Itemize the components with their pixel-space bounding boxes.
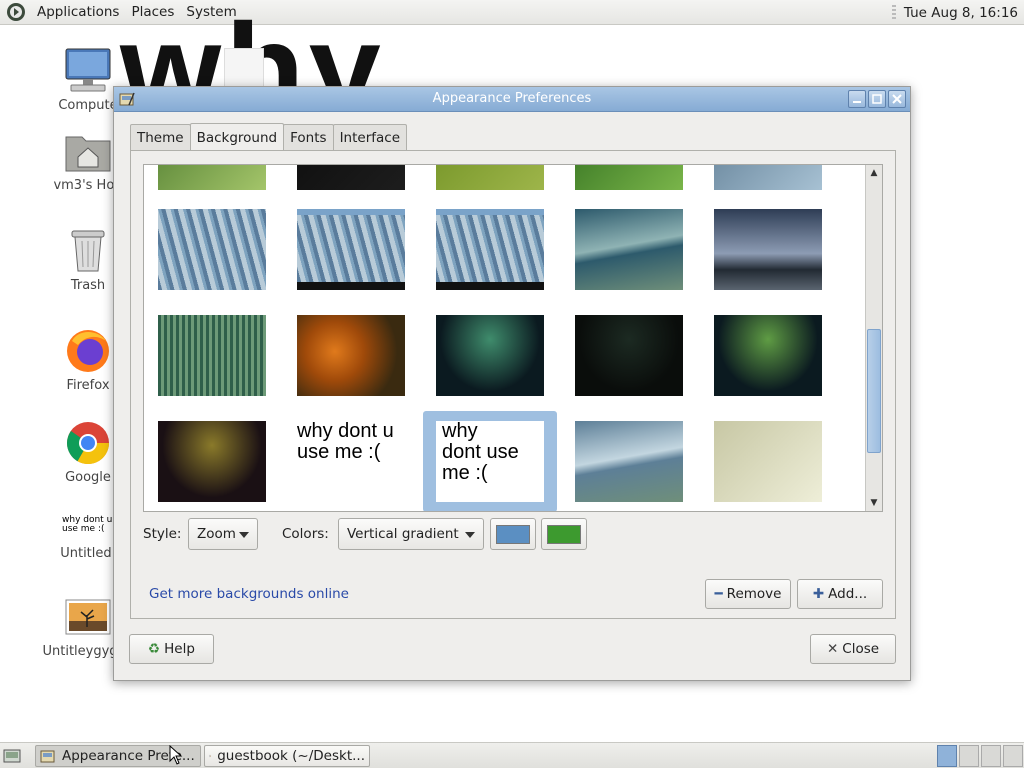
wallpaper-thumbnail-crystals-2[interactable] xyxy=(297,209,405,290)
plus-icon: ✚ xyxy=(812,586,825,602)
help-button[interactable]: ♻ Help xyxy=(129,634,214,664)
wallpaper-grid: why dont u use me :( why dont use me :( xyxy=(144,165,866,511)
home-folder-icon xyxy=(65,136,111,172)
vertical-scrollbar[interactable]: ▲ ▼ xyxy=(865,165,882,511)
tab-interface[interactable]: Interface xyxy=(332,124,408,151)
scroll-up-arrow-icon[interactable]: ▲ xyxy=(866,165,882,181)
close-button[interactable]: ✕ Close xyxy=(810,634,896,664)
wallpaper-thumbnail-aurora-1[interactable] xyxy=(436,315,544,396)
wallpaper-thumbnail-storm-sky[interactable] xyxy=(714,209,822,290)
scroll-down-arrow-icon[interactable]: ▼ xyxy=(866,495,882,511)
distro-logo-icon[interactable] xyxy=(5,1,27,23)
wallpaper-thumbnail-green-stripes[interactable] xyxy=(158,315,266,396)
wallpaper-thumbnail-dark-aurora[interactable] xyxy=(575,315,683,396)
show-desktop-icon[interactable] xyxy=(3,748,21,764)
background-tab-panel: why dont u use me :( why dont use me :( ▲… xyxy=(130,150,896,619)
scrollbar-thumb[interactable] xyxy=(867,329,881,453)
wallpaper-thumbnail-crystals-1[interactable] xyxy=(158,209,266,290)
window-titlebar[interactable]: Appearance Preferences xyxy=(114,87,910,112)
close-icon xyxy=(892,94,902,104)
appearance-preferences-dialog: Appearance Preferences Theme Background … xyxy=(113,86,911,681)
wallpaper-thumbnail-blue-grey-partial[interactable] xyxy=(714,165,822,190)
panel-separator xyxy=(891,4,896,21)
workspace-2[interactable] xyxy=(959,745,979,767)
help-icon: ♻ xyxy=(148,641,161,657)
image-thumbnail-text: why dont u use me :( xyxy=(62,515,113,534)
tab-fonts[interactable]: Fonts xyxy=(283,124,334,151)
wallpaper-thumbnail-dandelion-orange[interactable] xyxy=(297,315,405,396)
style-select[interactable]: Zoom xyxy=(188,518,258,550)
firefox-icon xyxy=(67,330,109,372)
computer-icon xyxy=(65,48,111,92)
wallpaper-thumbnail-text: why dont u use me :( xyxy=(297,421,405,502)
secondary-color-button[interactable] xyxy=(541,518,587,550)
primary-color-button[interactable] xyxy=(490,518,536,550)
taskbar-item-label: guestbook (~/Deskt... xyxy=(217,748,365,764)
wallpaper-thumbnail-text-image-selected[interactable]: why dont use me :( xyxy=(436,421,544,502)
workspace-3[interactable] xyxy=(981,745,1001,767)
clock[interactable]: Tue Aug 8, 16:16 xyxy=(904,5,1018,21)
wallpaper-thumbnail-crystals-3[interactable] xyxy=(436,209,544,290)
minimize-icon xyxy=(853,101,861,103)
chrome-icon xyxy=(67,422,109,465)
maximize-button[interactable] xyxy=(868,90,886,108)
window-title: Appearance Preferences xyxy=(432,91,592,106)
colors-select-value: Vertical gradient xyxy=(347,526,459,542)
taskbar-item-guestbook[interactable]: guestbook (~/Deskt... xyxy=(204,745,370,767)
close-icon: ✕ xyxy=(826,641,839,657)
applications-menu[interactable]: Applications xyxy=(31,4,125,20)
wallpaper-list[interactable]: why dont u use me :( why dont use me :( ▲… xyxy=(143,164,883,512)
wallpaper-thumbnail-sand-beige[interactable] xyxy=(714,421,822,502)
wallpaper-thumbnail-aurora-2[interactable] xyxy=(714,315,822,396)
wallpaper-thumbnail-text-image-1[interactable]: why dont u use me :( xyxy=(297,421,405,502)
remove-button-label: Remove xyxy=(726,586,782,602)
secondary-color-swatch xyxy=(547,524,581,544)
add-button-label: Add... xyxy=(828,586,868,602)
minus-icon: ━ xyxy=(714,586,723,602)
close-window-button[interactable] xyxy=(888,90,906,108)
wallpaper-thumbnail-text: why dont use me :( xyxy=(436,421,544,502)
mouse-cursor-icon xyxy=(169,745,183,765)
maximize-icon xyxy=(872,94,882,104)
wallpaper-thumbnail-dark-partial[interactable] xyxy=(297,165,405,190)
wallpaper-thumbnail-olive-partial[interactable] xyxy=(436,165,544,190)
wallpaper-thumbnail-leaf-green-partial[interactable] xyxy=(575,165,683,190)
style-label: Style: xyxy=(143,526,182,542)
chevron-down-icon xyxy=(465,532,475,538)
image-file-icon xyxy=(65,599,111,635)
tab-background[interactable]: Background xyxy=(189,123,285,151)
style-select-value: Zoom xyxy=(197,526,236,542)
workspace-1[interactable] xyxy=(937,745,957,767)
bottom-panel: Appearance Prefe... guestbook (~/Deskt..… xyxy=(0,742,1024,768)
get-more-backgrounds-link[interactable]: Get more backgrounds online xyxy=(149,586,349,602)
text-editor-icon xyxy=(209,754,212,758)
wallpaper-thumbnail-teal-wave[interactable] xyxy=(575,209,683,290)
remove-button[interactable]: ━ Remove xyxy=(705,579,791,609)
help-button-label: Help xyxy=(164,641,195,657)
wallpaper-thumbnail-aurora-purple[interactable] xyxy=(158,421,266,502)
appearance-app-icon xyxy=(40,750,55,763)
add-button[interactable]: ✚ Add... xyxy=(797,579,883,609)
primary-color-swatch xyxy=(496,524,530,544)
close-button-label: Close xyxy=(842,641,880,657)
colors-select[interactable]: Vertical gradient xyxy=(338,518,484,550)
tab-theme[interactable]: Theme xyxy=(130,124,191,151)
workspace-4[interactable] xyxy=(1003,745,1023,767)
wallpaper-thumbnail-soft-blue-curves[interactable] xyxy=(575,421,683,502)
minimize-button[interactable] xyxy=(848,90,866,108)
tab-bar: Theme Background Fonts Interface xyxy=(130,123,408,151)
wallpaper-thumbnail-grass-green-partial[interactable] xyxy=(158,165,266,190)
colors-label: Colors: xyxy=(282,526,329,542)
trash-icon xyxy=(71,230,105,272)
chevron-down-icon xyxy=(239,532,249,538)
